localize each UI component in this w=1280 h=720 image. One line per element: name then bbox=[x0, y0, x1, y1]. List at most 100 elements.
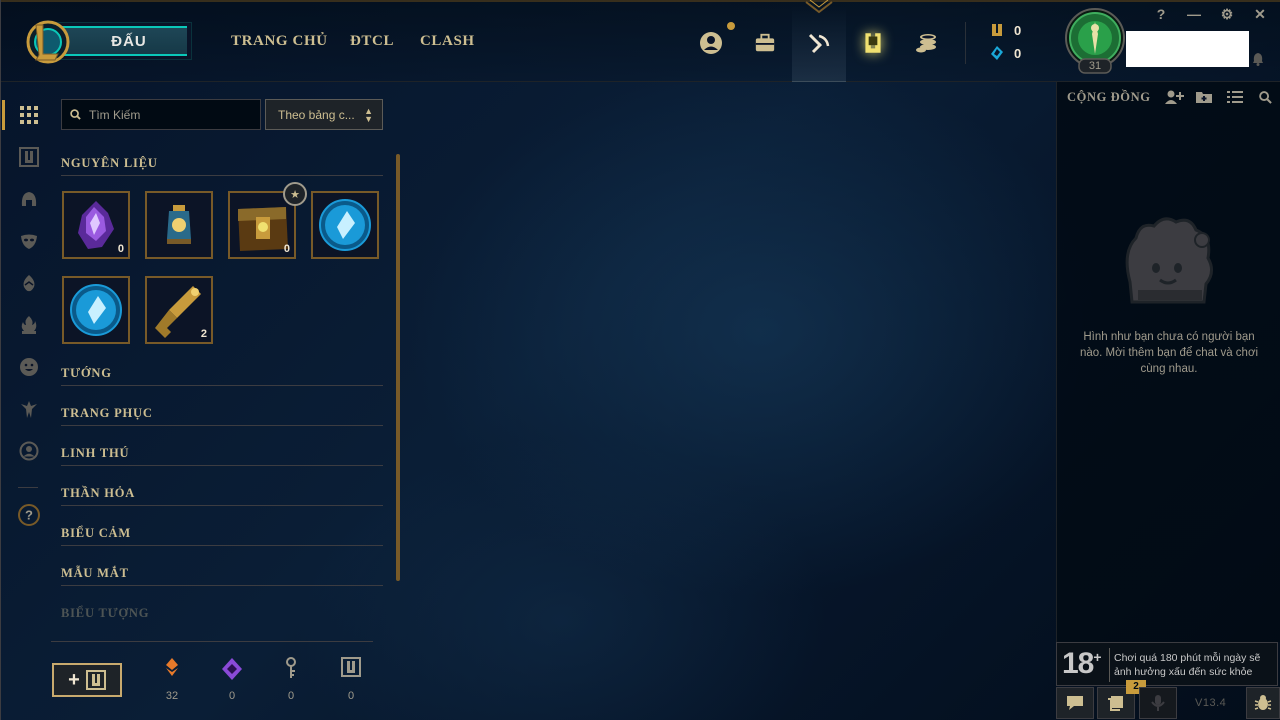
loot-item-mythic-orb[interactable]: 0 bbox=[62, 191, 130, 259]
help-button[interactable]: ? bbox=[1151, 6, 1171, 22]
add-folder-icon[interactable] bbox=[1193, 88, 1215, 106]
close-button[interactable]: ✕ bbox=[1250, 6, 1270, 23]
smile-icon[interactable] bbox=[16, 354, 42, 380]
key-fragment-count: 0 bbox=[287, 690, 295, 702]
svg-text:?: ? bbox=[25, 508, 33, 523]
minimize-button[interactable]: — bbox=[1184, 6, 1204, 22]
section-emotes[interactable]: BIỂU CẢM bbox=[61, 526, 383, 546]
section-materials[interactable]: NGUYÊN LIỆU bbox=[61, 156, 383, 176]
craft-key-button[interactable]: + bbox=[52, 663, 122, 697]
mask-icon[interactable] bbox=[16, 228, 42, 254]
mythic-essence: 0 bbox=[217, 657, 247, 702]
age-rating-plus: + bbox=[1093, 649, 1101, 665]
rail-active-indicator bbox=[2, 100, 5, 130]
blue-essence-value: 0 bbox=[1014, 45, 1022, 61]
riot-points[interactable]: 0 bbox=[990, 22, 1021, 38]
loot-item-blue-essence-orb[interactable] bbox=[311, 191, 379, 259]
plus-icon: + bbox=[68, 668, 80, 691]
section-pets[interactable]: LINH THÚ bbox=[61, 446, 383, 466]
orange-essence-icon bbox=[166, 658, 178, 676]
play-button-label: ĐẤU bbox=[111, 32, 147, 50]
loot-item-count: 2 bbox=[200, 328, 207, 340]
riot-points-icon bbox=[992, 24, 1002, 36]
age-rating-number: 18 bbox=[1062, 647, 1094, 680]
health-warning-text: Chơi quá 180 phút mỗi ngày sẽ ảnh hưởng … bbox=[1114, 652, 1261, 678]
loot-scrollbar[interactable] bbox=[396, 154, 400, 581]
health-warning: 18+ Chơi quá 180 phút mỗi ngày sẽ ảnh hư… bbox=[1056, 642, 1278, 686]
poro-mascot-icon bbox=[1125, 217, 1213, 304]
header-divider bbox=[965, 22, 966, 64]
profile-icon[interactable] bbox=[693, 26, 729, 60]
chest-icon bbox=[85, 670, 106, 690]
nav-home[interactable]: TRANG CHỦ bbox=[231, 33, 328, 50]
help-icon[interactable]: ? bbox=[16, 502, 42, 528]
empty-friends-message: Hình như bạn chưa có người bạn nào. Mời … bbox=[1079, 331, 1259, 375]
bell-icon[interactable] bbox=[1252, 52, 1264, 66]
section-champions[interactable]: TƯỚNG bbox=[61, 366, 383, 386]
nav-tft[interactable]: ĐTCL bbox=[350, 33, 394, 50]
blue-essence[interactable]: 0 bbox=[990, 45, 1021, 61]
loot-icon[interactable] bbox=[792, 6, 846, 82]
section-ward-skins[interactable]: MẪU MẮT bbox=[61, 566, 383, 586]
search-input[interactable]: Tìm Kiếm bbox=[61, 99, 261, 130]
chest-count: 0 bbox=[347, 690, 355, 702]
key-fragment: 0 bbox=[276, 657, 306, 702]
collection-icon[interactable] bbox=[747, 26, 783, 60]
client-version: V13.4 bbox=[1195, 697, 1227, 709]
summoner-name-box[interactable] bbox=[1126, 31, 1249, 67]
search-placeholder: Tìm Kiếm bbox=[89, 107, 141, 122]
search-icon[interactable] bbox=[1254, 88, 1276, 106]
egg-icon[interactable] bbox=[16, 270, 42, 296]
chest: 0 bbox=[336, 657, 366, 702]
missions-icon bbox=[1108, 696, 1123, 711]
loot-item-count: 0 bbox=[117, 243, 124, 255]
loot-item-lantern[interactable] bbox=[145, 191, 213, 259]
bug-report-button[interactable] bbox=[1246, 687, 1280, 719]
search-icon bbox=[70, 109, 81, 120]
store-icon[interactable] bbox=[855, 26, 891, 60]
social-title: CỘNG ĐỒNG bbox=[1067, 90, 1151, 104]
orange-essence-count: 32 bbox=[165, 690, 179, 702]
league-logo[interactable] bbox=[26, 20, 70, 64]
social-panel: CỘNG ĐỒNG Hình như bạn chưa có người bạn… bbox=[1056, 82, 1280, 642]
loot-item-blue-essence-orb-2[interactable] bbox=[62, 276, 130, 344]
chat-button[interactable] bbox=[1056, 687, 1094, 719]
bug-icon bbox=[1254, 695, 1272, 710]
section-totems[interactable]: THẦN HỎA bbox=[61, 486, 383, 506]
rail-divider bbox=[18, 487, 38, 488]
mythic-essence-count: 0 bbox=[228, 690, 236, 702]
profile-icon-rail[interactable] bbox=[16, 438, 42, 464]
flame-icon[interactable] bbox=[16, 312, 42, 338]
profile-avatar[interactable]: 31 bbox=[1064, 8, 1126, 74]
profile-level: 31 bbox=[1088, 60, 1102, 72]
top-navigation-bar: ĐẤU TRANG CHỦ ĐTCL CLASH 0 0 31 ? — ⚙ ✕ bbox=[0, 0, 1280, 82]
sort-dropdown[interactable]: Theo bảng c... ▲ ▼ bbox=[265, 99, 383, 130]
league-client: ĐẤU TRANG CHỦ ĐTCL CLASH 0 0 31 ? — ⚙ ✕ … bbox=[0, 0, 1280, 720]
add-friend-icon[interactable] bbox=[1163, 88, 1185, 106]
voice-button[interactable] bbox=[1139, 687, 1177, 719]
play-button[interactable]: ĐẤU bbox=[54, 22, 192, 60]
star-badge-icon: ★ bbox=[283, 182, 307, 206]
age-rating: 18+ bbox=[1062, 647, 1102, 681]
chest-icon bbox=[341, 657, 361, 677]
loot-item-count: 0 bbox=[283, 243, 290, 255]
riot-points-value: 0 bbox=[1014, 22, 1022, 38]
grid-icon[interactable] bbox=[16, 102, 42, 128]
microphone-icon bbox=[1151, 695, 1165, 711]
list-icon[interactable] bbox=[1224, 88, 1246, 106]
mythic-essence-icon bbox=[222, 658, 242, 680]
chat-icon bbox=[1067, 696, 1083, 710]
chest-icon[interactable] bbox=[16, 144, 42, 170]
settings-button[interactable]: ⚙ bbox=[1217, 6, 1237, 23]
key-fragment-icon bbox=[286, 657, 296, 678]
sort-dropdown-label: Theo bảng c... bbox=[278, 107, 355, 122]
helmet-icon[interactable] bbox=[16, 186, 42, 212]
ward-icon[interactable] bbox=[16, 396, 42, 422]
section-skins[interactable]: TRANG PHỤC bbox=[61, 406, 383, 426]
currency-stack-icon[interactable] bbox=[909, 26, 945, 60]
nav-clash[interactable]: CLASH bbox=[420, 33, 475, 50]
section-icons[interactable]: BIỂU TƯỢNG bbox=[61, 606, 383, 626]
loot-item-hextech-key[interactable]: 2 bbox=[145, 276, 213, 344]
blue-essence-icon bbox=[991, 46, 1003, 60]
warning-divider bbox=[1109, 648, 1110, 682]
